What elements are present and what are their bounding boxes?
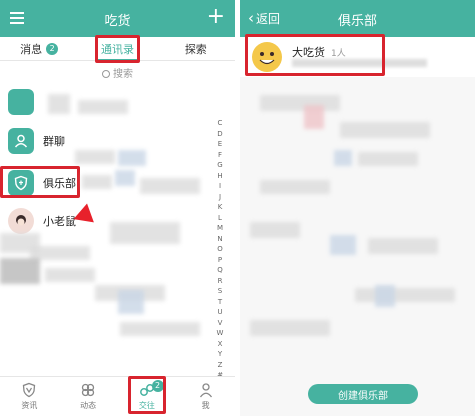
index-letter[interactable]: T [215, 297, 225, 308]
contact-avatar [8, 208, 34, 234]
person-avatar-icon [16, 215, 26, 226]
bottom-navigation: 资讯 动态 交往 2 我 [0, 376, 235, 416]
blurred-content [250, 320, 330, 336]
highlight-contacts-tab [95, 35, 140, 63]
highlight-social-tab [128, 376, 166, 414]
search-input[interactable]: 搜索 [0, 65, 235, 81]
index-letter[interactable]: W [215, 328, 225, 339]
contact-label: 群聊 [43, 135, 65, 148]
blurred-content [334, 150, 352, 166]
nav-label: 动态 [80, 401, 97, 410]
index-letter[interactable]: S [215, 286, 225, 297]
blurred-content [82, 175, 112, 189]
index-letter[interactable]: E [215, 139, 225, 150]
blurred-content [250, 222, 300, 238]
shield-icon [23, 382, 36, 398]
index-letter[interactable]: V [215, 318, 225, 329]
screenshot-composite: 吃货 + 消息 2 通讯录 探索 搜索 群聊 俱乐部 小老鼠 C D E F G… [0, 0, 475, 416]
blurred-content [75, 150, 115, 164]
people-icon [14, 134, 28, 148]
blurred-content [368, 238, 438, 254]
index-letter[interactable]: F [215, 150, 225, 161]
blurred-content [304, 105, 324, 129]
blurred-content [260, 180, 330, 194]
add-icon[interactable]: + [207, 5, 225, 29]
search-icon [102, 70, 110, 78]
search-placeholder: 搜索 [113, 69, 133, 80]
club-title: 俱乐部 [337, 14, 377, 29]
clover-icon [81, 383, 95, 397]
index-letter[interactable]: P [215, 255, 225, 266]
nav-feed[interactable]: 动态 [59, 377, 118, 416]
blurred-content [115, 170, 135, 186]
blurred-content [330, 235, 356, 255]
index-letter[interactable]: I [215, 181, 225, 192]
app-header: 吃货 + [0, 0, 235, 37]
blurred-content [118, 150, 146, 166]
blurred-content [48, 94, 70, 114]
index-letter[interactable]: Z [215, 360, 225, 371]
blurred-content [110, 222, 180, 244]
nav-label: 我 [201, 401, 210, 410]
index-letter[interactable]: R [215, 276, 225, 287]
group-chat-avatar [8, 128, 34, 154]
index-letter[interactable]: H [215, 171, 225, 182]
index-letter[interactable]: U [215, 307, 225, 318]
tab-explore[interactable]: 探索 [157, 37, 235, 60]
blurred-content [120, 322, 200, 336]
index-letter[interactable]: M [215, 223, 225, 234]
index-letter[interactable]: K [215, 202, 225, 213]
blurred-content [355, 288, 455, 302]
index-letter[interactable]: X [215, 339, 225, 350]
nav-me[interactable]: 我 [176, 377, 235, 416]
blurred-content [375, 285, 395, 307]
index-letter[interactable]: G [215, 160, 225, 171]
create-club-button[interactable]: 创建俱乐部 [308, 384, 418, 404]
club-screen: ‹ 返回 俱乐部 大吃货 1人 创建俱乐部 [240, 0, 475, 416]
highlight-club-item [0, 166, 80, 198]
index-letter[interactable]: D [215, 129, 225, 140]
blurred-content [0, 258, 40, 284]
blurred-content [340, 122, 430, 138]
unread-badge: 2 [46, 42, 59, 55]
index-letter[interactable]: L [215, 213, 225, 224]
club-header: ‹ 返回 俱乐部 [240, 0, 475, 37]
index-letter[interactable]: Q [215, 265, 225, 276]
index-letter[interactable]: C [215, 118, 225, 129]
person-icon [199, 383, 212, 398]
blurred-content [358, 152, 418, 166]
blurred-content [118, 290, 144, 314]
nav-news[interactable]: 资讯 [0, 377, 59, 416]
blurred-content [78, 100, 128, 114]
contact-label: 小老鼠 [43, 215, 76, 228]
blurred-content [260, 95, 340, 111]
nav-label: 资讯 [21, 401, 38, 410]
index-letter[interactable]: J [215, 192, 225, 203]
alphabet-index[interactable]: C D E F G H I J K L M N O P Q R S T U V W X Y Z # [215, 118, 225, 381]
app-title: 吃货 [104, 14, 131, 29]
list-item-contact[interactable]: 小老鼠 [0, 208, 215, 234]
tab-explore-label: 探索 [184, 42, 207, 56]
tab-messages[interactable]: 消息 2 [0, 37, 78, 60]
blurred-content [45, 268, 95, 282]
contact-avatar [8, 89, 34, 115]
tab-messages-label: 消息 [20, 42, 43, 56]
index-letter[interactable]: Y [215, 349, 225, 360]
index-letter[interactable]: O [215, 244, 225, 255]
blurred-content [140, 178, 200, 194]
index-letter[interactable]: N [215, 234, 225, 245]
highlight-club-row [245, 34, 385, 76]
contacts-screen: 吃货 + 消息 2 通讯录 探索 搜索 群聊 俱乐部 小老鼠 C D E F G… [0, 0, 235, 416]
